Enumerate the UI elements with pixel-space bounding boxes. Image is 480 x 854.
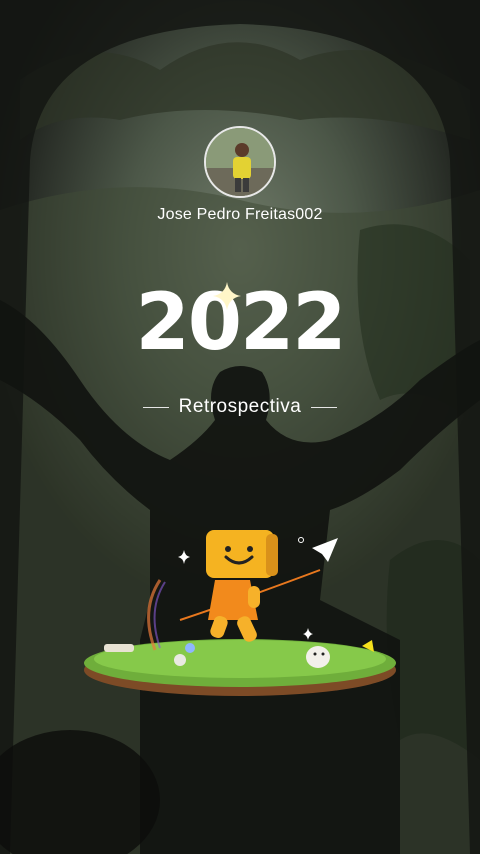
subtitle-row: Retrospectiva [0, 396, 480, 418]
retrospective-screen: Jose Pedro Freitas002 2022 Retrospectiva [0, 0, 480, 854]
mascot-illustration [84, 530, 396, 696]
username-label: Jose Pedro Freitas002 [157, 206, 323, 223]
sparkle-icon [213, 282, 241, 310]
paper-plane-icon [312, 538, 338, 562]
avatar-image [206, 128, 274, 196]
subtitle-label: Retrospectiva [178, 396, 302, 417]
divider-right [311, 406, 338, 408]
avatar[interactable] [204, 126, 276, 198]
profile-section: Jose Pedro Freitas002 [0, 126, 480, 224]
divider-left [142, 406, 169, 408]
